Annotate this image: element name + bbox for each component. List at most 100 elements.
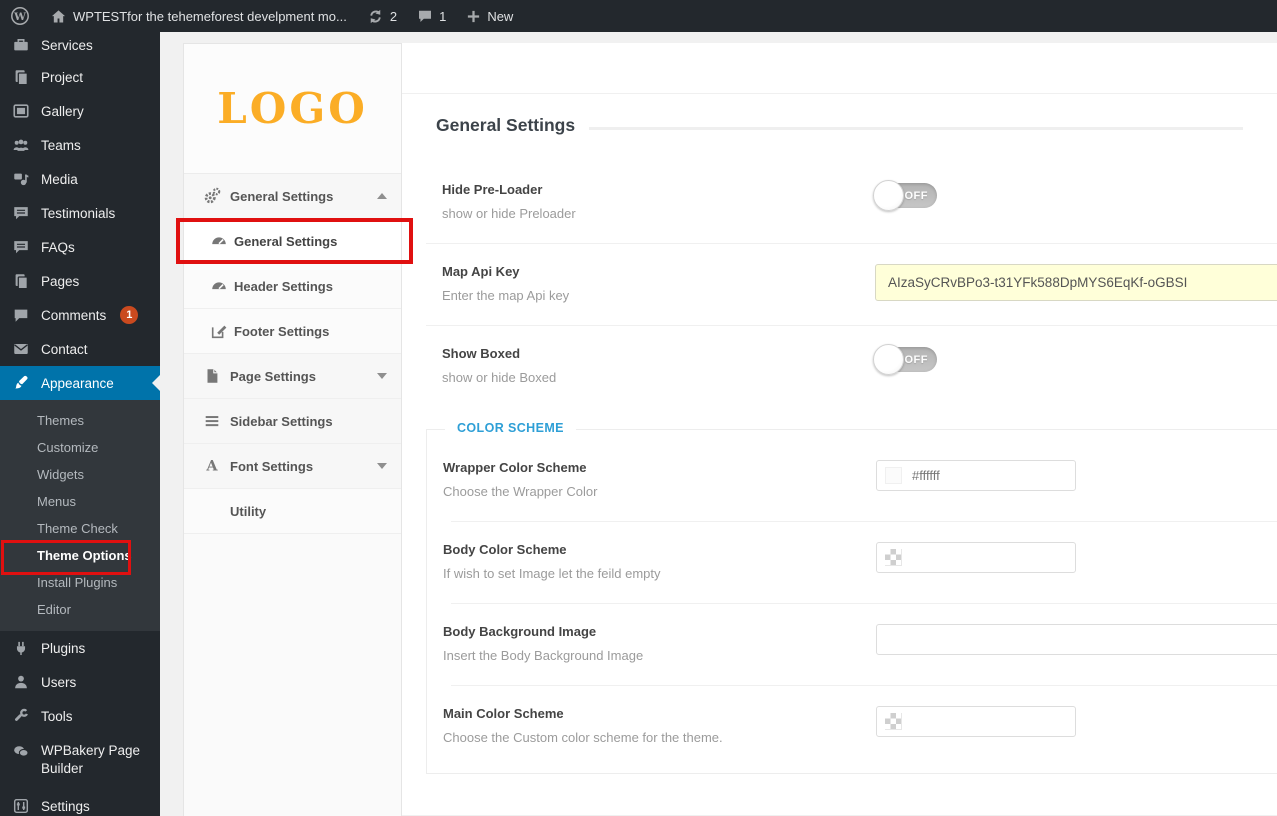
sidebar-item-users[interactable]: Users [0, 665, 160, 699]
svg-text:A: A [205, 458, 218, 475]
wordpress-logo-menu[interactable]: W [0, 0, 40, 32]
file-icon [202, 367, 222, 385]
wpbakery-icon [11, 742, 31, 760]
sidebar-item-wpbakery[interactable]: WPBakery Page Builder [0, 733, 160, 789]
submenu-item-editor[interactable]: Editor [0, 596, 160, 623]
teams-icon [11, 136, 31, 154]
plus-icon [466, 9, 481, 24]
main-color-input[interactable] [876, 706, 1076, 737]
appearance-brush-icon [11, 374, 31, 392]
submenu-item-menus[interactable]: Menus [0, 488, 160, 515]
home-icon [50, 8, 67, 25]
submenu-item-install-plugins[interactable]: Install Plugins [0, 569, 160, 596]
wordpress-logo-icon: W [10, 6, 30, 26]
panel-item-font-settings[interactable]: A Font Settings [184, 444, 401, 489]
chevron-down-icon [377, 463, 387, 469]
wrapper-color-input[interactable]: #ffffff [876, 460, 1076, 491]
site-title: WPTESTfor the tehemeforest develpment mo… [73, 8, 347, 24]
sidebar-item-teams[interactable]: Teams [0, 128, 160, 162]
sidebar-item-testimonials[interactable]: Testimonials [0, 196, 160, 230]
setting-row-show-boxed: Show Boxed show or hide Boxed OFF [402, 326, 1277, 407]
dashboard-icon [209, 232, 229, 250]
panel-item-page-settings[interactable]: Page Settings [184, 354, 401, 399]
panel-item-footer-settings[interactable]: Footer Settings [184, 309, 401, 354]
gears-icon [202, 187, 222, 205]
setting-description: show or hide Preloader [442, 206, 576, 221]
svg-text:W: W [13, 11, 26, 23]
users-icon [11, 673, 31, 691]
comments-indicator[interactable]: 1 [407, 0, 456, 32]
panel-item-header-settings[interactable]: Header Settings [184, 264, 401, 309]
setting-label: Wrapper Color Scheme [443, 460, 587, 475]
admin-bar: W WPTESTfor the tehemeforest develpment … [0, 0, 1277, 32]
new-content-menu[interactable]: New [456, 0, 523, 32]
sidebar-item-faqs[interactable]: FAQs [0, 230, 160, 264]
services-icon [11, 36, 31, 54]
hide-preloader-toggle[interactable]: OFF [873, 180, 937, 211]
contact-icon [11, 340, 31, 358]
bars-icon [202, 412, 222, 430]
media-icon [11, 170, 31, 188]
sidebar-item-plugins[interactable]: Plugins [0, 631, 160, 665]
toggle-knob [873, 344, 904, 375]
setting-description: Enter the map Api key [442, 288, 570, 303]
setting-label: Body Background Image [443, 624, 597, 639]
updates-count: 2 [389, 8, 398, 24]
content-header-strip [402, 43, 1277, 94]
body-background-image-input[interactable] [876, 624, 1277, 655]
setting-row-map-api-key: Map Api Key Enter the map Api key [402, 244, 1277, 325]
setting-description: Choose the Custom color scheme for the t… [443, 730, 723, 745]
sidebar-item-gallery[interactable]: Gallery [0, 94, 160, 128]
map-api-key-input[interactable] [875, 264, 1277, 301]
sidebar-item-contact[interactable]: Contact [0, 332, 160, 366]
submenu-item-themes[interactable]: Themes [0, 407, 160, 434]
site-link[interactable]: WPTESTfor the tehemeforest develpment mo… [40, 0, 357, 32]
sidebar-item-services[interactable]: Services [0, 30, 160, 60]
submenu-item-customize[interactable]: Customize [0, 434, 160, 461]
sidebar-item-tools[interactable]: Tools [0, 699, 160, 733]
sidebar-item-settings[interactable]: Settings [0, 789, 160, 816]
theme-logo: LOGO [217, 84, 368, 133]
theme-logo-area: LOGO [184, 44, 401, 174]
setting-row-body-color: Body Color Scheme If wish to set Image l… [443, 522, 1277, 603]
updates-icon [367, 8, 384, 25]
dashboard-icon [209, 277, 229, 295]
panel-item-general-settings[interactable]: General Settings [184, 219, 401, 264]
setting-label: Show Boxed [442, 346, 521, 361]
transparent-swatch [885, 713, 902, 730]
submenu-item-theme-check[interactable]: Theme Check [0, 515, 160, 542]
sidebar-item-comments[interactable]: Comments 1 [0, 298, 160, 332]
theme-options-panel: LOGO General Settings General Settings H… [183, 43, 402, 816]
sidebar-item-media[interactable]: Media [0, 162, 160, 196]
sidebar-item-project[interactable]: Project [0, 60, 160, 94]
panel-item-sidebar-settings[interactable]: Sidebar Settings [184, 399, 401, 444]
panel-item-general-settings-group[interactable]: General Settings [184, 174, 401, 219]
plugins-icon [11, 639, 31, 657]
comments-icon [11, 306, 31, 324]
chevron-up-icon [377, 193, 387, 199]
sidebar-item-appearance[interactable]: Appearance [0, 366, 160, 400]
submenu-item-theme-options[interactable]: Theme Options [0, 542, 160, 569]
updates-indicator[interactable]: 2 [357, 0, 407, 32]
settings-content: General Settings Hide Pre-Loader show or… [402, 43, 1277, 816]
sidebar-item-pages[interactable]: Pages [0, 264, 160, 298]
show-boxed-toggle[interactable]: OFF [873, 344, 937, 375]
setting-description: Insert the Body Background Image [443, 648, 644, 663]
gallery-icon [11, 102, 31, 120]
body-color-input[interactable] [876, 542, 1076, 573]
faqs-icon [11, 238, 31, 256]
wp-admin-sidebar: Services Project Gallery Teams Media Tes… [0, 32, 160, 816]
chevron-down-icon [377, 373, 387, 379]
toggle-knob [873, 180, 904, 211]
comments-pending-badge: 1 [120, 306, 139, 324]
color-scheme-fieldset: COLOR SCHEME Wrapper Color Scheme Choose… [426, 421, 1277, 774]
setting-label: Main Color Scheme [443, 706, 564, 721]
setting-description: If wish to set Image let the feild empty [443, 566, 661, 581]
setting-label: Body Color Scheme [443, 542, 567, 557]
submenu-item-widgets[interactable]: Widgets [0, 461, 160, 488]
comments-count: 1 [439, 8, 447, 24]
appearance-submenu: Themes Customize Widgets Menus Theme Che… [0, 400, 160, 631]
panel-item-utility[interactable]: Utility [184, 489, 401, 534]
testimonials-icon [11, 204, 31, 222]
project-icon [11, 68, 31, 86]
